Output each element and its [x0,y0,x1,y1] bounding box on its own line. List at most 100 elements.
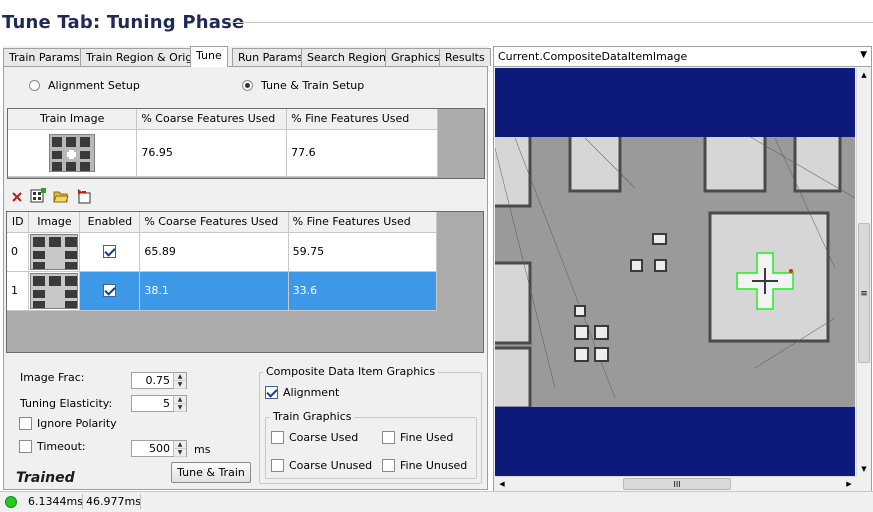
alignment-setup-radio[interactable]: Alignment Setup [29,79,140,92]
radio-off-icon [29,80,40,91]
tab-graphics[interactable]: Graphics [385,48,446,66]
col-coarse-features: % Coarse Features Used [139,212,289,233]
tune-train-button[interactable]: Tune & Train [171,462,251,483]
image-frac-value: 0.75 [145,374,171,387]
col-enabled: Enabled [79,212,141,233]
spin-up-icon[interactable]: ▲ [174,396,186,404]
enabled-checkbox[interactable] [103,284,117,298]
tune-row-0[interactable]: 0 65.89 59.75 [7,232,438,272]
row-coarse-value: 38.1 [139,271,289,311]
col-train-image: Train Image [8,109,138,130]
status-bar: 6.1344ms 46.977ms [0,491,873,512]
spin-down-icon[interactable]: ▼ [174,381,186,389]
scroll-left-icon[interactable]: ◀ [495,477,509,491]
timeout-checkbox[interactable] [19,440,32,453]
tune-train-setup-radio[interactable]: Tune & Train Setup [242,79,364,92]
train-fine-value: 77.6 [286,129,438,177]
row-fine-value: 33.6 [288,271,438,311]
ignore-polarity-checkbox-row[interactable]: Ignore Polarity [19,417,117,430]
open-folder-icon[interactable] [53,188,69,204]
tab-train-params[interactable]: Train Params [3,48,86,66]
status-divider [140,494,141,509]
tab-search-region[interactable]: Search Region [301,48,392,66]
composite-graphics-title: Composite Data Item Graphics [263,365,439,378]
radio-on-icon [242,80,253,91]
coarse-used-checkbox[interactable] [271,431,284,444]
alignment-checkbox[interactable] [265,386,278,399]
image-frac-input[interactable]: 0.75 ▲ ▼ [131,372,187,389]
horizontal-scroll-thumb[interactable]: III [623,478,731,490]
fine-unused-row[interactable]: Fine Unused [382,459,467,472]
coarse-unused-checkbox[interactable] [271,459,284,472]
timeout-checkbox-row[interactable]: Timeout: [19,440,86,453]
tab-results[interactable]: Results [439,48,491,66]
tuning-elasticity-value: 5 [163,397,170,410]
row-fine-value: 59.75 [288,232,438,272]
delete-icon[interactable] [10,190,24,204]
train-row[interactable]: 76.95 77.6 [8,129,438,177]
row-id: 1 [7,271,30,311]
fine-used-checkbox[interactable] [382,431,395,444]
spin-up-icon[interactable]: ▲ [174,441,186,449]
inspection-image [495,68,855,476]
col-id: ID [7,212,30,233]
image-viewer[interactable] [495,68,855,476]
add-image-icon[interactable] [30,188,46,204]
train-coarse-value: 76.95 [136,129,288,177]
train-image-grid: Train Image % Coarse Features Used % Fin… [7,108,485,179]
alignment-label: Alignment [283,386,340,399]
tuning-elasticity-input[interactable]: 5 ▲ ▼ [131,395,187,412]
train-image-thumbnail [49,133,96,172]
alignment-checkbox-row[interactable]: Alignment [265,386,339,399]
timeout-label: Timeout: [37,440,86,453]
fine-unused-label: Fine Unused [400,459,468,472]
fine-used-row[interactable]: Fine Used [382,431,453,444]
tune-row-1[interactable]: 1 38.1 33.6 [7,271,438,311]
tune-train-setup-label: Tune & Train Setup [261,79,365,92]
image-source-value: Current.CompositeDataItemImage [498,50,688,63]
scroll-up-icon[interactable]: ▲ [857,68,871,82]
spin-arrows[interactable]: ▲ ▼ [173,396,186,412]
tune-image-thumbnail [30,233,79,270]
row-enabled-cell [79,271,141,311]
coarse-unused-row[interactable]: Coarse Unused [271,459,372,472]
vertical-scroll-thumb[interactable]: ≡ [858,223,870,363]
spin-arrows[interactable]: ▲ ▼ [173,441,186,457]
tune-image-thumbnail [30,272,79,309]
enabled-checkbox[interactable] [103,245,117,259]
scroll-down-icon[interactable]: ▼ [857,462,871,476]
spin-arrows[interactable]: ▲ ▼ [173,373,186,389]
image-source-select[interactable]: Current.CompositeDataItemImage ▼ [494,47,871,67]
coarse-used-row[interactable]: Coarse Used [271,431,358,444]
image-frac-label: Image Frac: [20,371,85,384]
spin-down-icon[interactable]: ▼ [174,404,186,412]
spin-up-icon[interactable]: ▲ [174,373,186,381]
horizontal-scrollbar[interactable]: ◀ III ▶ [495,476,856,491]
last-run-time: 6.1344ms [28,495,83,508]
coarse-unused-label: Coarse Unused [289,459,373,472]
tuning-elasticity-label: Tuning Elasticity: [20,397,113,410]
tab-strip: Train Params Train Region & Origin Tune … [3,46,491,67]
page-title: Tune Tab: Tuning Phase [2,12,245,33]
total-run-time: 46.977ms [86,495,141,508]
title-divider [230,22,873,23]
image-display-panel: Current.CompositeDataItemImage ▼ ▲ ≡ ▼ ◀… [493,46,872,492]
trained-status: Trained [16,470,75,486]
col-fine-features: % Fine Features Used [288,212,438,233]
tune-images-grid: ID Image Enabled % Coarse Features Used … [6,211,484,353]
row-image-cell [28,232,81,272]
row-coarse-value: 65.89 [139,232,289,272]
tab-tune[interactable]: Tune [190,46,228,67]
chevron-down-icon: ▼ [860,50,867,60]
status-indicator-icon [5,496,17,508]
fine-unused-checkbox[interactable] [382,459,395,472]
timeout-input[interactable]: 500 ▲ ▼ [131,440,187,457]
import-icon[interactable] [76,188,92,204]
coarse-used-label: Coarse Used [289,431,359,444]
timeout-value: 500 [149,442,170,455]
ignore-polarity-checkbox[interactable] [19,417,32,430]
tab-run-params[interactable]: Run Params [232,48,310,66]
scroll-right-icon[interactable]: ▶ [842,477,856,491]
vertical-scrollbar[interactable]: ▲ ≡ ▼ [856,68,871,476]
spin-down-icon[interactable]: ▼ [174,449,186,457]
